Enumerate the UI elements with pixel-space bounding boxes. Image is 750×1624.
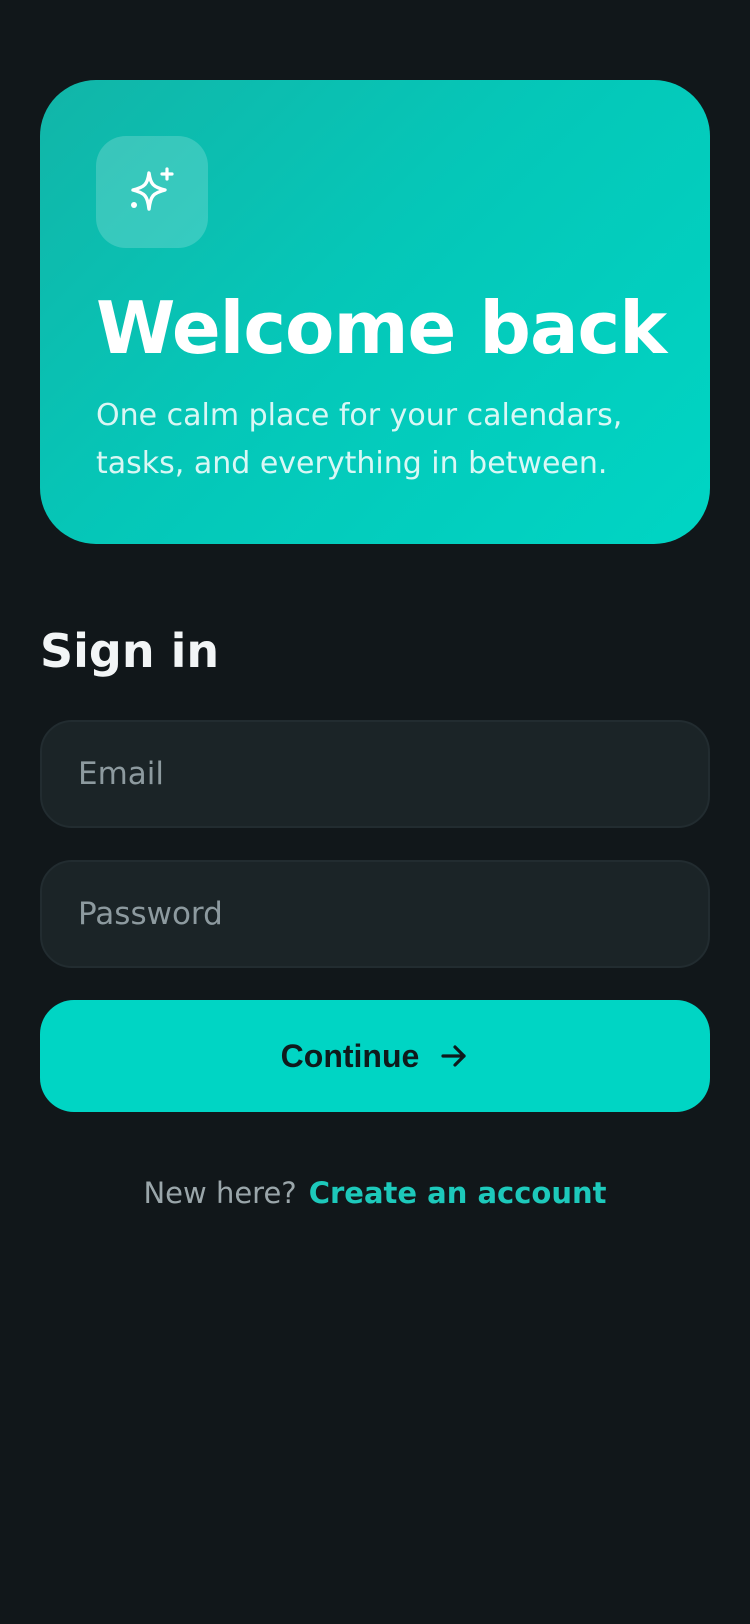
welcome-title: Welcome back bbox=[96, 286, 667, 370]
app-icon-tile bbox=[96, 136, 208, 248]
password-input[interactable] bbox=[76, 895, 708, 933]
arrow-right-icon bbox=[441, 1045, 466, 1067]
sign-in-heading: Sign in bbox=[40, 624, 220, 678]
welcome-card: Welcome back One calm place for your cal… bbox=[40, 80, 710, 544]
continue-label: Continue bbox=[280, 1037, 420, 1074]
continue-button[interactable]: Continue bbox=[40, 1000, 710, 1112]
email-field[interactable] bbox=[40, 720, 710, 828]
email-input[interactable] bbox=[76, 755, 708, 793]
sign-in-screen: Welcome back One calm place for your cal… bbox=[0, 0, 750, 1624]
sign-up-row: New here? Create an account bbox=[0, 1176, 750, 1210]
welcome-subtitle: One calm place for your calendars, tasks… bbox=[96, 398, 623, 481]
sparkles-icon bbox=[131, 167, 174, 211]
password-field[interactable] bbox=[40, 860, 710, 968]
create-account-link[interactable]: Create an account bbox=[309, 1176, 607, 1210]
sign-up-prompt: New here? bbox=[143, 1176, 297, 1210]
